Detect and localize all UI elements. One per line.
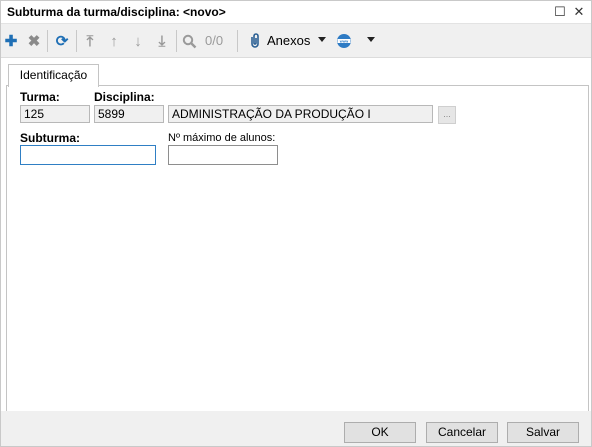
svg-text:www: www [339, 40, 349, 44]
title-bar: Subturma da turma/disciplina: <novo> ☐ ✕ [1, 1, 591, 24]
disciplina-name-field: ADMINISTRAÇÃO DA PRODUÇÃO I [168, 105, 433, 123]
disciplina-label: Disciplina: [94, 90, 155, 104]
max-alunos-label: Nº máximo de alunos: [168, 132, 276, 144]
last-record-icon[interactable]: ⤓ [152, 31, 172, 51]
toolbar-separator [176, 30, 177, 52]
delete-icon[interactable]: ✖ [24, 31, 44, 51]
anexos-label[interactable]: Anexos [267, 33, 310, 48]
chevron-down-icon[interactable] [318, 37, 326, 42]
save-button[interactable]: Salvar [507, 422, 579, 443]
refresh-icon[interactable]: ⟳ [52, 31, 72, 51]
tab-identificacao[interactable]: Identificação [8, 64, 99, 87]
first-record-icon[interactable]: ⤒ [80, 31, 100, 51]
chevron-down-icon[interactable] [367, 37, 375, 42]
toolbar: ✚ ✖ ⟳ ⤒ ↑ ↓ ⤓ 0/0 Anexos www [1, 24, 591, 58]
search-icon[interactable] [179, 31, 199, 51]
subturma-input[interactable] [20, 145, 156, 165]
toolbar-separator [76, 30, 77, 52]
turma-field: 125 [20, 105, 90, 123]
paperclip-icon[interactable] [245, 31, 265, 51]
window-title: Subturma da turma/disciplina: <novo> [7, 5, 226, 19]
cancel-button[interactable]: Cancelar [426, 422, 498, 443]
record-counter: 0/0 [205, 33, 224, 48]
lookup-button[interactable]: ... [438, 106, 456, 124]
turma-label: Turma: [20, 90, 60, 104]
add-icon[interactable]: ✚ [1, 31, 21, 51]
close-icon[interactable]: ✕ [570, 3, 588, 21]
tab-panel: Turma: Disciplina: 125 5899 ADMINISTRAÇÃ… [6, 85, 589, 412]
max-alunos-input[interactable] [168, 145, 278, 165]
disciplina-code-field: 5899 [94, 105, 164, 123]
toolbar-separator [237, 30, 238, 52]
previous-record-icon[interactable]: ↑ [104, 31, 124, 51]
dialog-footer: OK Cancelar Salvar [1, 411, 591, 446]
subturma-label: Subturma: [20, 131, 80, 145]
maximize-icon[interactable]: ☐ [551, 3, 569, 21]
web-icon[interactable]: www [334, 31, 354, 51]
dialog-window: Subturma da turma/disciplina: <novo> ☐ ✕… [0, 0, 592, 447]
toolbar-separator [47, 30, 48, 52]
next-record-icon[interactable]: ↓ [128, 31, 148, 51]
ok-button[interactable]: OK [344, 422, 416, 443]
